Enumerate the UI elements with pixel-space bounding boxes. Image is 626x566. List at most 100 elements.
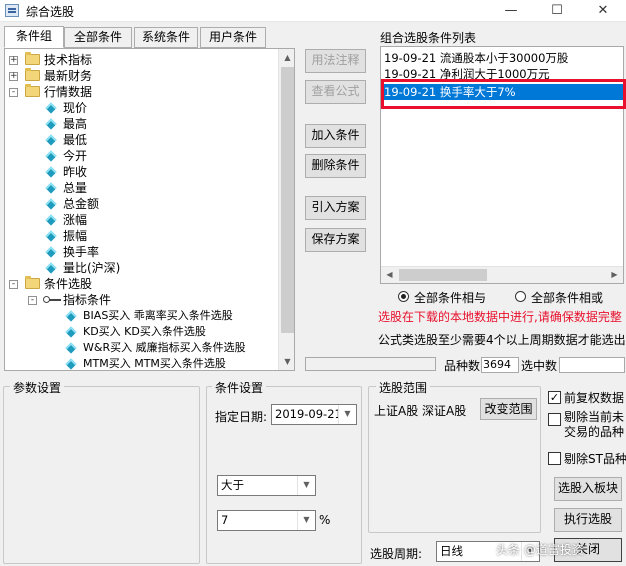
save-scheme-button[interactable]: 保存方案 <box>305 228 366 252</box>
maximize-button[interactable]: ☐ <box>534 0 580 22</box>
tab-user-conditions[interactable]: 用户条件 <box>200 27 266 48</box>
count-label: 品种数 <box>444 359 481 373</box>
watermark-text: 头条 @道富投资 <box>496 543 584 557</box>
tree-label: W&R买入 威廉指标买入条件选股 <box>83 341 246 354</box>
add-to-board-button[interactable]: 选股入板块 <box>554 477 622 501</box>
list-hscrollbar[interactable]: ◀ ▶ <box>381 266 623 283</box>
date-value: 2019-09-21 <box>275 407 342 421</box>
unit-label: % <box>319 513 331 527</box>
tree-label: 总量 <box>63 181 88 195</box>
app-icon <box>5 4 19 17</box>
folder-open-icon <box>25 84 40 97</box>
indicator-icon <box>45 198 57 210</box>
folder-icon <box>25 52 40 65</box>
or-radio[interactable] <box>515 291 526 302</box>
indicator-icon <box>45 118 57 130</box>
tree-label: 最低 <box>63 133 88 147</box>
indicator-icon <box>45 134 57 146</box>
tree-label: 总金额 <box>63 197 100 211</box>
collapse-icon[interactable]: - <box>28 296 37 305</box>
and-label: 全部条件相与 <box>414 291 487 305</box>
expand-icon[interactable]: + <box>9 72 18 81</box>
period-label: 选股周期: <box>370 547 423 561</box>
add-condition-button[interactable]: 加入条件 <box>305 124 366 148</box>
tab-condition-group[interactable]: 条件组 <box>4 26 64 48</box>
folder-icon <box>25 68 40 81</box>
condition-item[interactable]: 19-09-21 流通股本小于30000万股 <box>382 50 624 66</box>
delete-condition-button[interactable]: 删除条件 <box>305 154 366 178</box>
date-picker[interactable]: 2019-09-21 ▼ <box>271 404 357 425</box>
exclude-untraded-checkbox[interactable] <box>548 413 561 426</box>
scroll-thumb[interactable] <box>399 269 487 281</box>
condition-tree[interactable]: + 技术指标 + 最新财务 - 行情数据 现价 最高 最低 今开 昨收 总量 总… <box>4 48 295 371</box>
tree-label: 昨收 <box>63 165 88 179</box>
scroll-left-icon[interactable]: ◀ <box>381 267 398 283</box>
close-window-button[interactable]: ✕ <box>580 0 626 22</box>
tree-label: 指标条件 <box>63 293 112 307</box>
chevron-down-icon[interactable]: ▼ <box>338 405 356 424</box>
and-radio[interactable] <box>398 291 409 302</box>
tab-system-conditions[interactable]: 系统条件 <box>134 27 198 48</box>
value-select[interactable]: 7 ▼ <box>217 510 316 531</box>
collapse-icon[interactable]: - <box>9 88 18 97</box>
expand-icon[interactable]: + <box>9 56 18 65</box>
collapse-icon[interactable]: - <box>9 280 18 289</box>
indicator-icon <box>45 166 57 178</box>
or-label: 全部条件相或 <box>531 291 604 305</box>
scroll-down-icon[interactable]: ▼ <box>279 353 294 370</box>
selected-label: 选中数 <box>521 359 558 373</box>
warning-text: 选股在下载的本地数据中进行,请确保数据完整 <box>378 310 622 324</box>
chevron-down-icon[interactable]: ▼ <box>297 476 315 495</box>
condition-settings-title: 条件设置 <box>212 379 267 396</box>
selected-value <box>559 357 625 373</box>
folder-open-icon <box>25 276 40 289</box>
tree-label: 最新财务 <box>44 69 93 83</box>
params-group <box>3 386 200 564</box>
indicator-icon <box>45 182 57 194</box>
chevron-down-icon[interactable]: ▼ <box>297 511 315 530</box>
progress-bar <box>305 357 436 371</box>
run-selection-button[interactable]: 执行选股 <box>554 508 622 532</box>
minimize-button[interactable]: — <box>488 0 534 22</box>
prior-rights-checkbox[interactable]: ✓ <box>548 391 561 404</box>
scroll-up-icon[interactable]: ▲ <box>279 49 294 66</box>
indicator-icon <box>45 262 57 274</box>
indicator-icon <box>65 310 77 322</box>
import-scheme-button[interactable]: 引入方案 <box>305 196 366 220</box>
markets-text: 上证A股 深证A股 <box>374 404 467 418</box>
view-formula-button[interactable]: 查看公式 <box>305 80 366 104</box>
exclude-st-label: 剔除ST品种 <box>564 452 626 466</box>
scroll-thumb[interactable] <box>281 67 294 333</box>
indicator-icon <box>45 150 57 162</box>
period-value: 日线 <box>440 544 463 558</box>
tree-label: MTM买入 MTM买入条件选股 <box>83 357 226 370</box>
tree-label: 技术指标 <box>44 53 93 67</box>
indicator-icon <box>65 326 77 338</box>
tree-label: 量比(沪深) <box>63 261 121 275</box>
tree-label: 最高 <box>63 117 88 131</box>
tree-label: 换手率 <box>63 245 100 259</box>
prior-rights-label: 前复权数据 <box>564 391 625 405</box>
tree-scrollbar[interactable]: ▲ ▼ <box>278 49 294 370</box>
indicator-icon <box>45 214 57 226</box>
operator-value: 大于 <box>221 478 244 492</box>
tree-label: 行情数据 <box>44 85 93 99</box>
usage-note-button[interactable]: 用法注释 <box>305 49 366 73</box>
tree-label: 现价 <box>63 101 88 115</box>
tree-label: KD买入 KD买入条件选股 <box>83 325 206 338</box>
range-title: 选股范围 <box>376 379 431 396</box>
tree-label: 今开 <box>63 149 88 163</box>
indicator-icon <box>65 358 77 370</box>
tree-label: 涨幅 <box>63 213 88 227</box>
count-value: 3694 <box>481 357 519 373</box>
info-text: 公式类选股至少需要4个以上周期数据才能选出 <box>378 333 626 347</box>
indicator-icon <box>45 102 57 114</box>
exclude-st-checkbox[interactable] <box>548 452 561 465</box>
indicator-icon <box>65 342 77 354</box>
tab-all-conditions[interactable]: 全部条件 <box>64 27 132 48</box>
change-range-button[interactable]: 改变范围 <box>480 398 537 420</box>
operator-select[interactable]: 大于 ▼ <box>217 475 316 496</box>
condition-list-title: 组合选股条件列表 <box>380 31 477 45</box>
scroll-right-icon[interactable]: ▶ <box>606 267 623 283</box>
tree-label: 振幅 <box>63 229 88 243</box>
